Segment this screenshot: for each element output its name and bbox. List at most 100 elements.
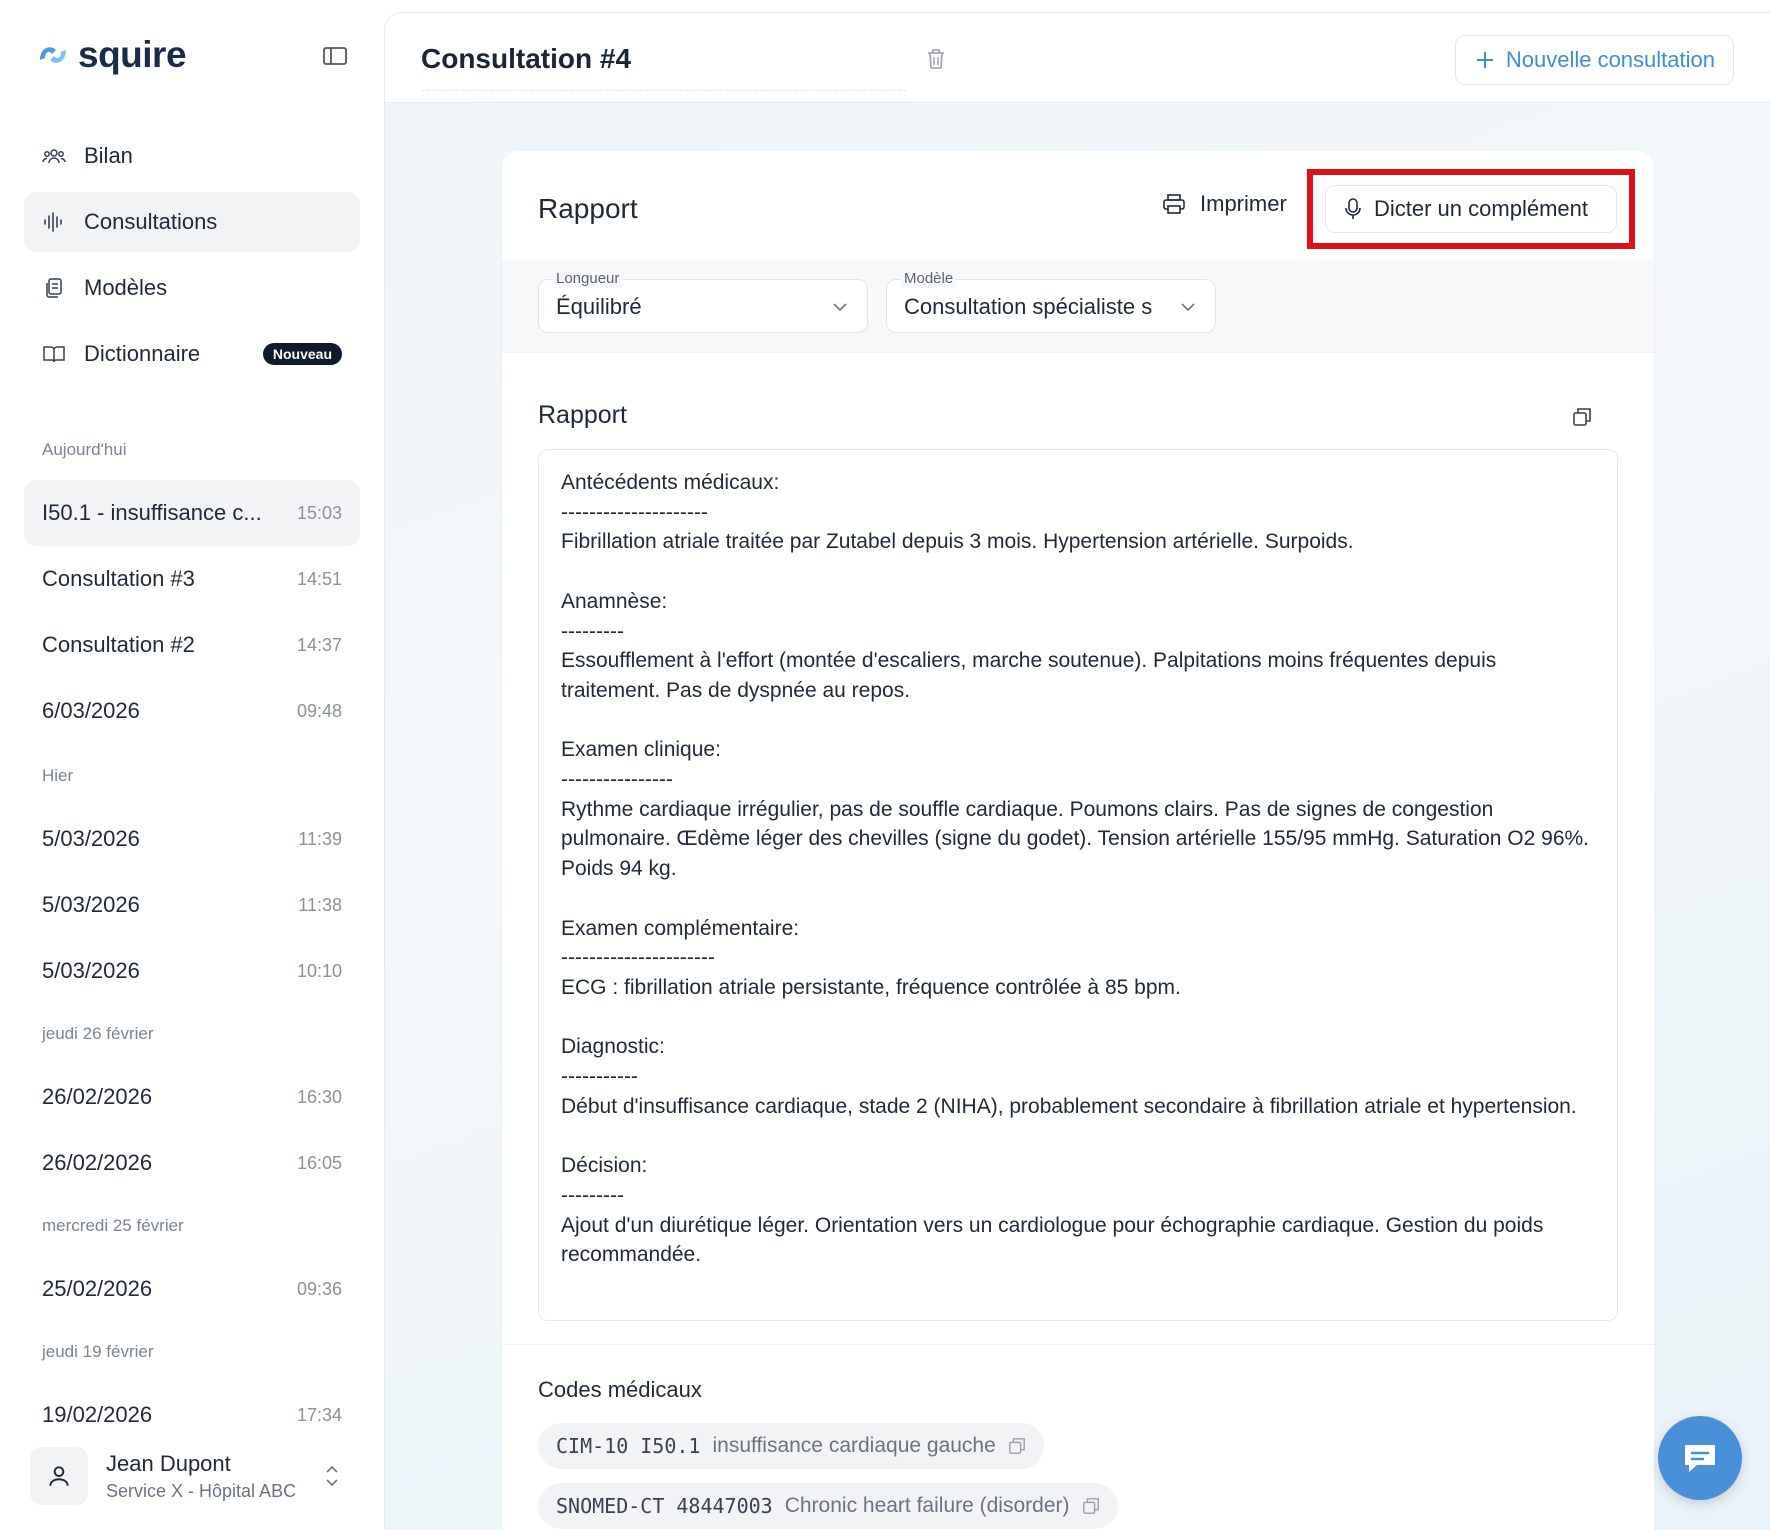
report-line: --------------------- (561, 500, 708, 524)
report-line: --------- (561, 619, 624, 643)
history-item-title: 5/03/2026 (42, 826, 140, 851)
dictate-button[interactable]: Dicter un complément (1325, 185, 1617, 233)
history-item-time: 16:05 (296, 1152, 342, 1173)
printer-icon (1163, 194, 1185, 214)
report-line (561, 1121, 1595, 1151)
history-item[interactable]: 25/02/2026 09:36 (24, 1256, 360, 1322)
nav-label: Consultations (84, 209, 218, 234)
nav-label: Bilan (84, 143, 133, 168)
page-title: Consultation #4 (421, 43, 632, 74)
squire-logo-icon (40, 47, 66, 63)
history-item[interactable]: 26/02/2026 16:30 (24, 1064, 360, 1130)
history-item[interactable]: 26/02/2026 16:05 (24, 1130, 360, 1196)
code-system: CIM-10 (556, 1434, 629, 1458)
app-name: squire (78, 34, 187, 75)
copy-icon[interactable] (1008, 1437, 1026, 1455)
report-line: Essoufflement à l'effort (montée d'escal… (561, 649, 1497, 702)
user-icon (49, 1466, 69, 1486)
history-item-title: 26/02/2026 (42, 1150, 153, 1175)
history-group-label: jeudi 26 février (42, 1024, 154, 1043)
user-info: Jean Dupont Service X - Hôpital ABC (106, 1451, 296, 1502)
history-item-time: 11:39 (298, 828, 342, 849)
new-consultation-label: Nouvelle consultation (1505, 47, 1715, 72)
report-line: Antécédents médicaux: (561, 471, 780, 494)
history-item-time: 10:10 (296, 960, 342, 981)
report-line: Ajout d'un diurétique léger. Orientation… (561, 1213, 1544, 1267)
report-text[interactable]: Antécédents médicaux: -------------------… (538, 449, 1618, 1321)
history-item[interactable]: Consultation #2 14:37 (24, 612, 360, 678)
history-item-title: I50.1 - insuffisance c... (42, 500, 262, 525)
chevron-down-icon (1181, 303, 1195, 312)
nav-item-dictionnaire[interactable]: Dictionnaire Nouveau (24, 324, 360, 384)
print-button[interactable]: Imprimer (1162, 191, 1287, 217)
history-group-label: jeudi 19 février (42, 1342, 154, 1361)
history-item-time: 15:03 (296, 502, 342, 523)
longueur-select[interactable]: Longueur Équilibré (538, 270, 868, 333)
history-item[interactable]: 5/03/2026 11:39 (24, 806, 360, 872)
nav-label: Dictionnaire (84, 341, 201, 366)
modele-label: Modèle (901, 270, 957, 288)
history-item-title: Consultation #2 (42, 632, 195, 657)
longueur-value: Équilibré (556, 294, 642, 319)
history-item[interactable]: I50.1 - insuffisance c... 15:03 (24, 480, 360, 546)
history-item[interactable]: 5/03/2026 10:10 (24, 938, 360, 1004)
code-system: SNOMED-CT (556, 1494, 665, 1518)
chat-button[interactable] (1658, 1416, 1742, 1500)
copy-icon[interactable] (1572, 407, 1592, 427)
new-consultation-button[interactable]: Nouvelle consultation (1454, 35, 1734, 85)
copy-doc-icon (42, 276, 66, 300)
report-line: ---------------- (561, 768, 673, 791)
history-item-time: 09:36 (296, 1278, 342, 1299)
dictate-label: Dicter un complément (1374, 196, 1588, 221)
report-card: Rapport Imprimer Dicter un complément Lo… (502, 151, 1654, 1530)
history-item[interactable]: 5/03/2026 11:38 (24, 872, 360, 938)
history-item-time: 11:38 (298, 894, 342, 915)
code-description: Chronic heart failure (disorder) (784, 1494, 1070, 1517)
user-name: Jean Dupont (106, 1450, 231, 1476)
report-line: ---------------------- (561, 946, 715, 970)
medical-code-chip[interactable]: SNOMED-CT 48447003 Chronic heart failure… (538, 1483, 1118, 1529)
user-service: Service X - Hôpital ABC (106, 1480, 297, 1501)
report-line: Décision: (561, 1154, 648, 1178)
report-line (561, 1003, 1595, 1033)
history-item-title: 5/03/2026 (42, 958, 140, 983)
code-value: 48447003 (676, 1494, 773, 1518)
logo[interactable]: squire (34, 34, 187, 76)
user-menu[interactable]: Jean Dupont Service X - Hôpital ABC (24, 1436, 360, 1516)
report-line: Examen clinique: (561, 738, 721, 762)
history-item-time: 14:37 (296, 634, 342, 655)
sidebar-toggle-icon[interactable] (322, 44, 348, 68)
code-description: insuffisance cardiaque gauche (712, 1434, 996, 1457)
report-line: ECG : fibrillation atriale persistante, … (561, 975, 1181, 999)
waveform-icon (42, 210, 66, 234)
main-panel: Consultation #4 Nouvelle consultation Ra… (384, 12, 1770, 1530)
history-item[interactable]: 6/03/2026 09:48 (24, 678, 360, 744)
report-line: Fibrillation atriale traitée par Zutabel… (561, 530, 1354, 554)
medical-code-chip[interactable]: CIM-10 I50.1 insuffisance cardiaque gauc… (538, 1423, 1044, 1469)
divider (502, 1344, 1654, 1345)
report-line (561, 706, 1595, 736)
report-line: --------- (561, 1183, 624, 1207)
modele-value: Consultation spécialiste s (904, 294, 1153, 319)
nav-item-modeles[interactable]: Modèles (24, 258, 360, 318)
history-group-label: Hier (42, 766, 74, 785)
trash-icon[interactable] (925, 47, 947, 71)
history-item-time: 09:48 (296, 700, 342, 721)
users-icon (42, 144, 66, 168)
copy-icon[interactable] (1082, 1497, 1100, 1515)
report-line (561, 557, 1595, 587)
chevron-down-icon (833, 303, 847, 312)
history-item[interactable]: Consultation #3 14:51 (24, 546, 360, 612)
report-line: Diagnostic: (561, 1035, 665, 1059)
new-badge: Nouveau (262, 343, 342, 365)
print-label: Imprimer (1200, 191, 1287, 216)
nav-item-bilan[interactable]: Bilan (24, 126, 360, 186)
nav-item-consultations[interactable]: Consultations (24, 192, 360, 252)
title-field[interactable]: Consultation #4 (421, 37, 907, 91)
report-section-title: Rapport (538, 401, 627, 429)
history-item-title: 19/02/2026 (42, 1402, 153, 1427)
report-line: Début d'insuffisance cardiaque, stade 2 … (561, 1094, 1577, 1118)
history-item-title: 5/03/2026 (42, 892, 140, 917)
report-line: ----------- (561, 1065, 638, 1088)
modele-select[interactable]: Modèle Consultation spécialiste s (886, 270, 1216, 333)
